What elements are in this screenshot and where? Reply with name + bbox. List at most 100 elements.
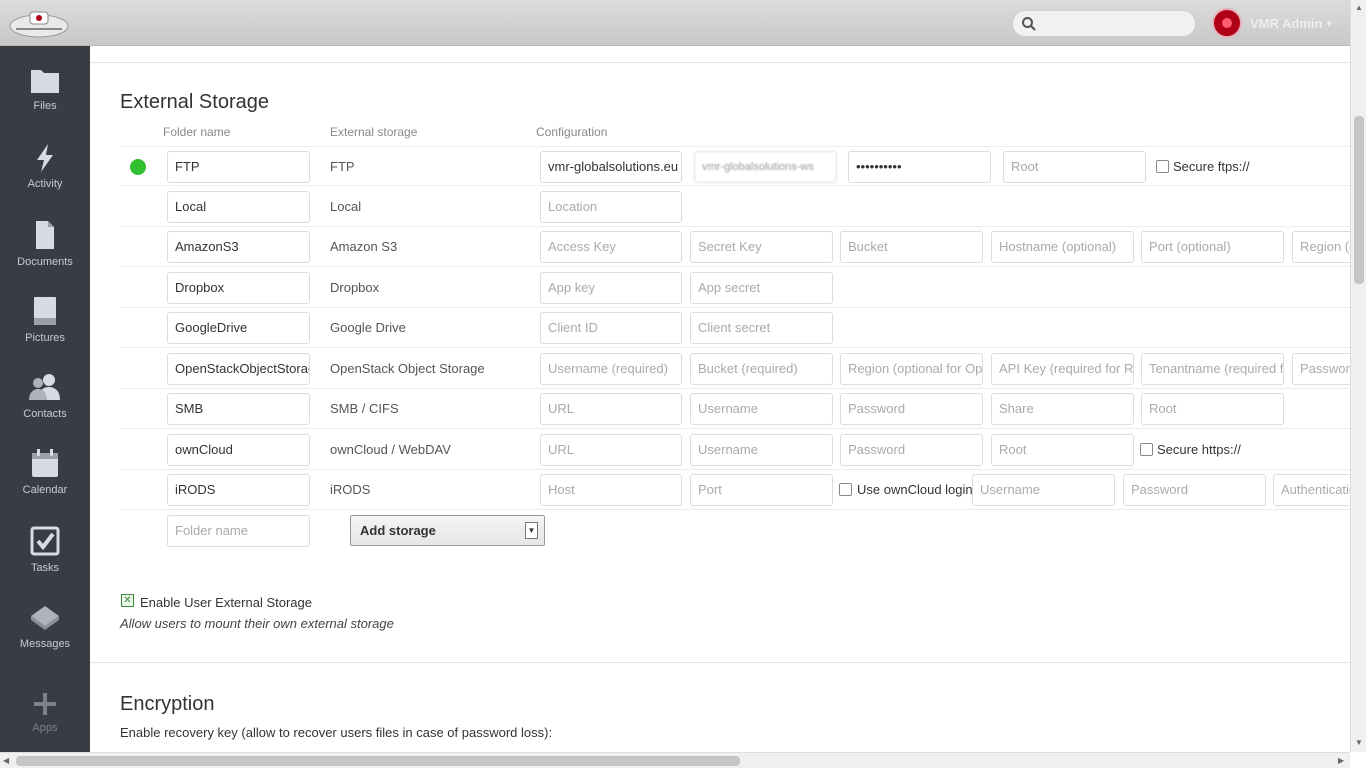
folder-name-input[interactable]: Dropbox <box>167 272 310 304</box>
nav-item-calendar[interactable]: Calendar <box>0 448 90 520</box>
nav-label: Activity <box>27 178 63 190</box>
scroll-up-icon[interactable]: ▲ <box>1355 3 1363 12</box>
nav-label: Messages <box>19 638 71 650</box>
nav-label: Files <box>33 100 57 112</box>
config-location-input[interactable]: Location <box>540 191 682 223</box>
nav-label: Calendar <box>22 484 68 496</box>
calendar-icon <box>0 448 90 478</box>
secure-https-label: Secure https:// <box>1157 442 1241 457</box>
config-client-id-input[interactable]: Client ID <box>540 312 682 344</box>
folder-name-input[interactable]: AmazonS3 <box>167 231 310 263</box>
config-port-input[interactable]: Port (optional) <box>1141 231 1284 263</box>
section-title-external-storage: External Storage <box>120 91 269 113</box>
folder-name-input[interactable]: GoogleDrive <box>167 312 310 344</box>
storage-row-owncloud: ownCloud ownCloud / WebDAV URL Username … <box>120 430 1350 470</box>
config-share-input[interactable]: Share <box>991 393 1134 425</box>
config-username-input[interactable]: Username <box>690 434 833 466</box>
config-username-input[interactable]: Username <box>972 474 1115 506</box>
column-header-storage: External storage <box>330 125 418 139</box>
scrollbar-thumb[interactable] <box>16 756 740 766</box>
config-region-input[interactable]: Region (optional for OpenStack Object St… <box>840 353 983 385</box>
horizontal-scrollbar[interactable]: ◀ ▶ <box>0 752 1350 768</box>
add-storage-label: Add storage <box>360 523 436 538</box>
config-bucket-input[interactable]: Bucket (required) <box>690 353 833 385</box>
folder-name-input[interactable]: Local <box>167 191 310 223</box>
config-password-input[interactable]: Password <box>840 393 983 425</box>
config-url-input[interactable]: URL <box>540 393 682 425</box>
logo[interactable] <box>8 9 70 39</box>
enable-user-storage-checkbox[interactable]: ✕ <box>121 594 134 607</box>
divider <box>90 62 1350 63</box>
config-region-input[interactable]: Region (optional) <box>1292 231 1350 263</box>
use-owncloud-login-checkbox[interactable] <box>839 483 852 496</box>
folder-name-input[interactable]: iRODS <box>167 474 310 506</box>
storage-type: iRODS <box>330 482 371 497</box>
document-icon <box>0 220 90 250</box>
config-root-input[interactable]: Root <box>1003 151 1146 183</box>
config-client-secret-input[interactable]: Client secret <box>690 312 833 344</box>
config-host-input[interactable]: Host <box>540 474 682 506</box>
config-app-key-input[interactable]: App key <box>540 272 682 304</box>
config-password-input[interactable]: Password <box>840 434 983 466</box>
secure-ftps-label: Secure ftps:// <box>1173 159 1250 174</box>
config-url-input[interactable]: URL <box>540 434 682 466</box>
nav-item-files[interactable]: Files <box>0 66 90 138</box>
config-root-input[interactable]: Root <box>991 434 1134 466</box>
user-menu[interactable]: VMR Admin ▾ <box>1212 8 1332 38</box>
enable-user-storage-label: Enable User External Storage <box>140 595 312 610</box>
secure-https-checkbox[interactable] <box>1140 443 1153 456</box>
folder-name-input[interactable]: OpenStackObjectStorage <box>167 353 310 385</box>
nav-item-tasks[interactable]: Tasks <box>0 526 90 598</box>
folder-name-input[interactable]: SMB <box>167 393 310 425</box>
add-storage-select[interactable]: Add storage ▼ <box>350 515 545 546</box>
storage-type: Local <box>330 199 362 214</box>
nav-label: Documents <box>17 256 73 268</box>
app-navigation: Files Activity Documents Pictures Contac… <box>0 46 90 752</box>
config-authentication-input[interactable]: Authentication <box>1273 474 1350 506</box>
storage-row-local: Local Local Location <box>120 187 1350 227</box>
scroll-left-icon[interactable]: ◀ <box>3 756 9 765</box>
nav-label: Apps <box>32 722 58 734</box>
storage-row-googledrive: GoogleDrive Google Drive Client ID Clien… <box>120 308 1350 348</box>
bolt-icon <box>0 144 90 172</box>
storage-type: OpenStack Object Storage <box>330 361 485 376</box>
vertical-scrollbar[interactable]: ▲ ▼ <box>1350 0 1366 752</box>
nav-item-activity[interactable]: Activity <box>0 144 90 216</box>
config-bucket-input[interactable]: Bucket <box>840 231 983 263</box>
secure-ftps-checkbox[interactable] <box>1156 160 1169 173</box>
config-root-input[interactable]: Root <box>1141 393 1284 425</box>
config-user-input[interactable]: vmr-globalsolutions-ws <box>694 151 837 183</box>
people-icon <box>0 372 90 402</box>
config-hostname-input[interactable]: Hostname (optional) <box>991 231 1134 263</box>
storage-type: SMB / CIFS <box>330 401 399 416</box>
config-password-input[interactable]: Password <box>1292 353 1350 385</box>
folder-name-input[interactable]: ownCloud <box>167 434 310 466</box>
nav-item-messages[interactable]: Messages <box>0 602 90 674</box>
picture-icon <box>0 296 90 326</box>
config-tenantname-input[interactable]: Tenantname (required for OpenStack Objec… <box>1141 353 1284 385</box>
config-password-input[interactable]: •••••••••• <box>848 151 991 183</box>
nav-item-documents[interactable]: Documents <box>0 220 90 292</box>
nav-label: Contacts <box>23 408 67 420</box>
nav-label: Tasks <box>30 562 60 574</box>
config-secret-key-input[interactable]: Secret Key <box>690 231 833 263</box>
new-folder-name-input[interactable]: Folder name <box>167 515 310 547</box>
scroll-right-icon[interactable]: ▶ <box>1338 756 1344 765</box>
config-host-input[interactable]: vmr-globalsolutions.eu <box>540 151 682 183</box>
enable-user-storage-hint: Allow users to mount their own external … <box>120 616 394 631</box>
config-access-key-input[interactable]: Access Key <box>540 231 682 263</box>
scroll-down-icon[interactable]: ▼ <box>1355 738 1363 747</box>
scrollbar-thumb[interactable] <box>1354 116 1364 284</box>
nav-item-pictures[interactable]: Pictures <box>0 296 90 368</box>
storage-row-irods: iRODS iRODS Host Port Use ownCloud login… <box>120 470 1350 510</box>
config-password-input[interactable]: Password <box>1123 474 1266 506</box>
folder-name-input[interactable]: FTP <box>167 151 310 183</box>
storage-type: ownCloud / WebDAV <box>330 442 451 457</box>
config-username-input[interactable]: Username (required) <box>540 353 682 385</box>
nav-item-contacts[interactable]: Contacts <box>0 372 90 444</box>
search-input[interactable] <box>1012 10 1196 37</box>
config-api-key-input[interactable]: API Key (required for Rackspace Cloud Fi… <box>991 353 1134 385</box>
config-username-input[interactable]: Username <box>690 393 833 425</box>
config-app-secret-input[interactable]: App secret <box>690 272 833 304</box>
config-port-input[interactable]: Port <box>690 474 833 506</box>
